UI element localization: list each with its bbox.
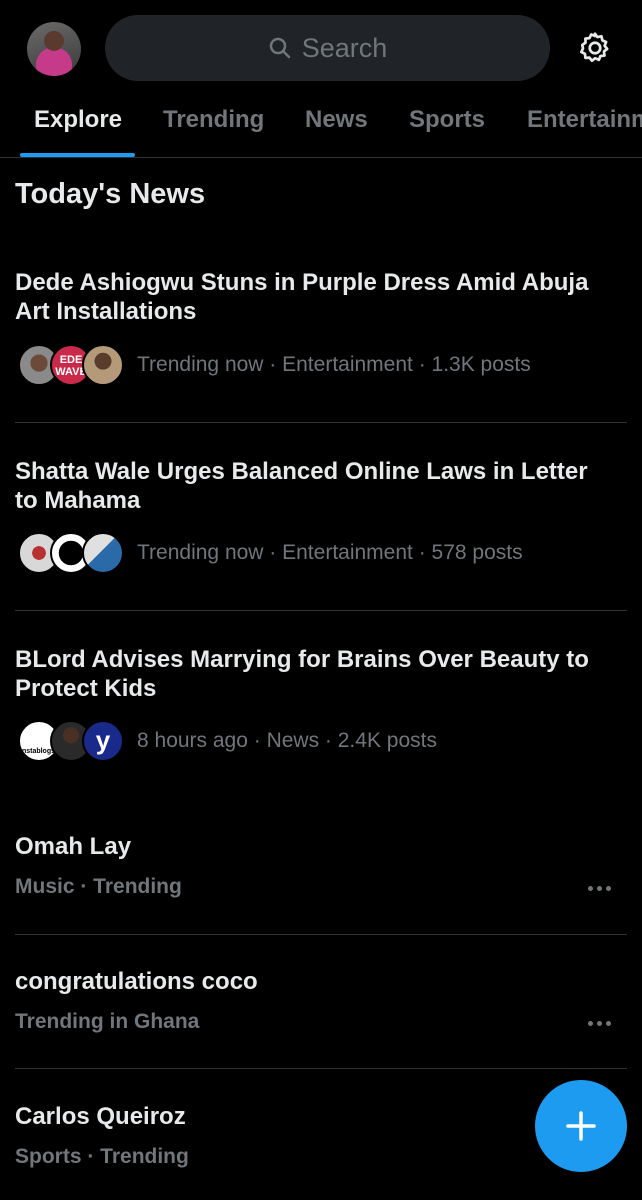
news-avatar [82, 532, 124, 574]
divider [15, 934, 627, 935]
search-placeholder: Search [301, 32, 388, 63]
news-meta-text: Trending now · Entertainment · 578 posts [137, 541, 523, 564]
tab-entertainment[interactable]: Entertainment [527, 106, 642, 134]
search-bar[interactable]: Search [105, 15, 550, 81]
news-meta: Trending now · Entertainment · 578 posts [18, 530, 523, 576]
active-tab-indicator [20, 153, 135, 157]
news-headline[interactable]: BLord Advises Marrying for Brains Over B… [15, 645, 615, 703]
divider [15, 610, 627, 611]
news-meta: instablog9ja y 8 hours ago · News · 2.4K… [18, 718, 437, 764]
news-avatar: y [82, 720, 124, 762]
news-avatar [82, 344, 124, 386]
top-bar: Search [0, 0, 642, 96]
tab-sports[interactable]: Sports [409, 106, 485, 134]
trend-subtitle: Music · Trending [15, 875, 182, 898]
news-headline[interactable]: Dede Ashiogwu Stuns in Purple Dress Amid… [15, 268, 615, 326]
news-avatars: instablog9ja y [18, 718, 124, 764]
trend-subtitle: Sports · Trending [15, 1145, 189, 1168]
plus-icon [566, 1111, 596, 1141]
news-headline[interactable]: Shatta Wale Urges Balanced Online Laws i… [15, 457, 615, 515]
news-avatars [18, 530, 124, 576]
tab-bar: Explore Trending News Sports Entertainme… [0, 96, 642, 158]
trend-title[interactable]: Carlos Queiroz [15, 1103, 186, 1131]
gear-icon[interactable] [577, 30, 613, 66]
compose-button[interactable] [535, 1080, 627, 1172]
divider [15, 422, 627, 423]
news-meta-text: Trending now · Entertainment · 1.3K post… [137, 353, 531, 376]
tab-trending[interactable]: Trending [163, 106, 264, 134]
divider [15, 1068, 627, 1069]
news-meta-text: 8 hours ago · News · 2.4K posts [137, 729, 437, 752]
section-title: Today's News [15, 178, 206, 210]
search-icon [269, 37, 290, 59]
trend-title[interactable]: congratulations coco [15, 968, 258, 996]
profile-avatar[interactable] [27, 22, 81, 76]
news-avatars: EDE WAVE [18, 342, 124, 388]
more-icon[interactable] [588, 883, 614, 893]
trend-subtitle: Trending in Ghana [15, 1010, 200, 1033]
tab-news[interactable]: News [305, 106, 368, 134]
trend-title[interactable]: Omah Lay [15, 833, 131, 861]
more-icon[interactable] [588, 1018, 614, 1028]
news-meta: EDE WAVE Trending now · Entertainment · … [18, 342, 531, 388]
tab-explore[interactable]: Explore [34, 106, 122, 134]
explore-screen: Search Explore Trending News Sports Ente… [0, 0, 642, 1200]
